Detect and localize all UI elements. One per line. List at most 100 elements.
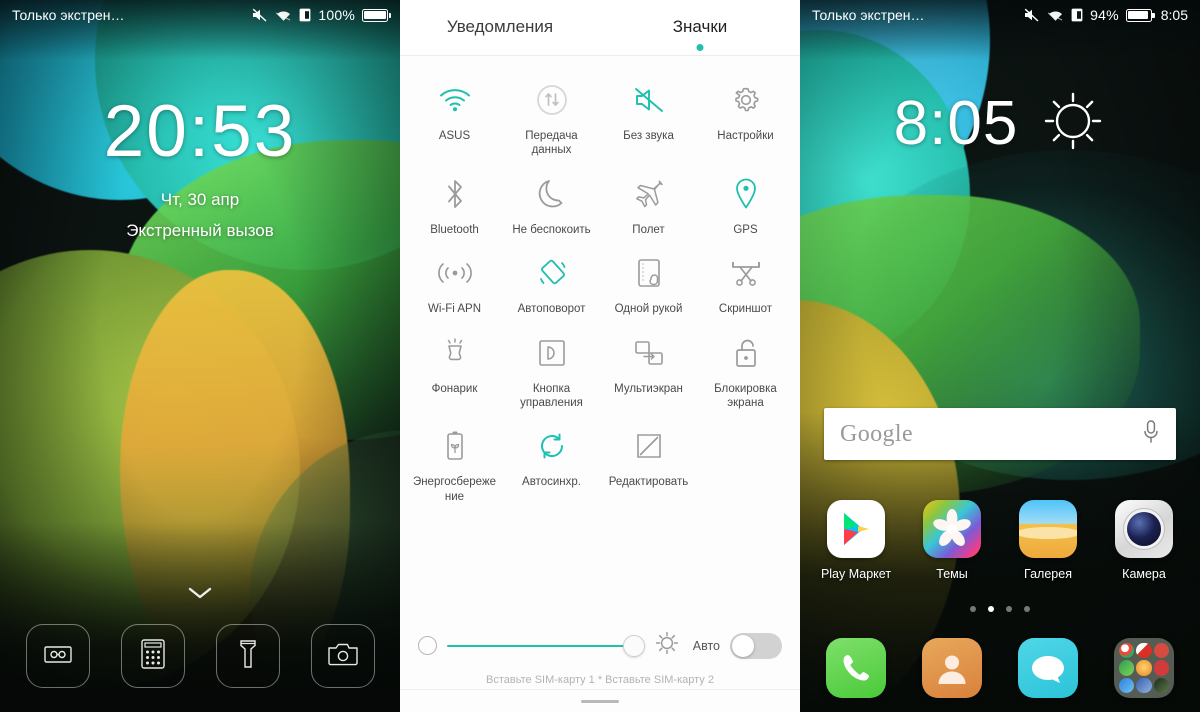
app-gallery[interactable]: Галерея xyxy=(1006,500,1090,581)
unlock-chevron-down-icon[interactable] xyxy=(0,586,400,605)
brightness-slider[interactable] xyxy=(447,634,645,657)
toggles-grid: ASUS Передача данных Без звука Настройки… xyxy=(400,56,800,510)
app-themes[interactable]: Темы xyxy=(910,500,994,581)
tab-toggles-label: Значки xyxy=(672,16,728,36)
battery-icon xyxy=(362,8,392,22)
microphone-icon[interactable] xyxy=(1142,419,1160,450)
calculator-shortcut[interactable] xyxy=(120,624,185,688)
flashlight-icon xyxy=(440,333,470,373)
toggle-row: ASUS Передача данных Без звука Настройки xyxy=(406,70,794,164)
emergency-call-link[interactable]: Экстренный вызов xyxy=(0,221,400,241)
clock-weather-widget[interactable]: 8:05 xyxy=(800,88,1200,159)
toggle-do-not-disturb[interactable]: Не беспокоить xyxy=(503,164,600,243)
toggle-wifi[interactable]: ASUS xyxy=(406,70,503,164)
app-camera[interactable]: Камера xyxy=(1102,500,1186,581)
contacts-icon[interactable] xyxy=(922,638,982,698)
page-dot[interactable] xyxy=(1006,606,1012,612)
multi-window-icon xyxy=(633,333,665,373)
location-pin-icon xyxy=(734,174,758,214)
quick-settings-tabs: Уведомления Значки xyxy=(400,0,800,56)
toggle-label: Энергосбережение xyxy=(412,476,497,503)
tab-toggles[interactable]: Значки xyxy=(600,16,800,51)
toggle-screenshot[interactable]: Скриншот xyxy=(697,243,794,322)
data-transfer-icon xyxy=(535,80,569,120)
toggle-label: Блокировка экрана xyxy=(714,382,777,409)
tab-notifications[interactable]: Уведомления xyxy=(400,17,600,39)
messages-icon[interactable] xyxy=(1018,638,1078,698)
flashlight-shortcut[interactable] xyxy=(215,624,280,688)
lockscreen-clock: 20:53 Чт, 30 апр Экстренный вызов xyxy=(0,95,400,241)
phone-icon[interactable] xyxy=(826,638,886,698)
google-search-bar[interactable]: Google xyxy=(824,408,1176,460)
brightness-low-icon xyxy=(418,636,437,655)
toggle-settings[interactable]: Настройки xyxy=(697,70,794,164)
toggle-label: Настройки xyxy=(717,130,774,142)
lockscreen-panel: Только экстрен… 100% 20:53 Чт, 30 апр Эк… xyxy=(0,0,400,712)
toggle-knob xyxy=(732,634,754,657)
toggle-gps[interactable]: GPS xyxy=(697,164,794,243)
lockscreen-shortcut-bar xyxy=(0,624,400,688)
status-clock: 8:05 xyxy=(1160,7,1188,23)
toggle-airplane-mode[interactable]: Полет xyxy=(600,164,697,243)
app-folder-icon[interactable] xyxy=(1114,638,1174,698)
page-dot-selected[interactable] xyxy=(988,606,994,612)
wifi-icon xyxy=(438,80,472,120)
page-dot[interactable] xyxy=(970,606,976,612)
app-play-store[interactable]: Play Маркет xyxy=(814,500,898,581)
toggle-silent[interactable]: Без звука xyxy=(600,70,697,164)
screenshot-root: Только экстрен… 100% 20:53 Чт, 30 апр Эк… xyxy=(0,0,1200,712)
sync-icon xyxy=(536,426,568,466)
bluetooth-icon xyxy=(443,174,467,214)
toggle-power-saving[interactable]: Энергосбережение xyxy=(406,416,503,510)
toggle-multiwindow[interactable]: Мультиэкран xyxy=(600,323,697,417)
toggle-label: Bluetooth xyxy=(430,223,479,236)
auto-brightness-toggle[interactable] xyxy=(730,632,782,659)
toggle-label: Не беспокоить xyxy=(512,223,591,236)
control-button-icon xyxy=(537,333,567,373)
play-store-icon xyxy=(827,500,885,558)
screenshot-icon xyxy=(729,253,763,293)
mute-icon xyxy=(252,8,268,22)
wifi-icon xyxy=(275,9,292,22)
toggle-label: Wi-Fi APN xyxy=(427,303,482,316)
toggle-row: Энергосбережение Автосинхр. Редактироват… xyxy=(406,416,794,510)
drag-handle[interactable] xyxy=(581,699,619,703)
toggle-one-hand-mode[interactable]: Одной рукой xyxy=(600,243,697,322)
moon-icon xyxy=(537,174,567,214)
toggle-control-button[interactable]: Кнопка управления xyxy=(503,323,600,417)
toggle-label: Редактировать xyxy=(608,476,689,489)
toggle-auto-rotate[interactable]: Автоповорот xyxy=(503,243,600,322)
toggle-label: Одной рукой xyxy=(614,303,683,316)
toggle-bluetooth[interactable]: Bluetooth xyxy=(406,164,503,243)
toggle-auto-sync[interactable]: Автосинхр. xyxy=(503,416,600,510)
camera-shortcut[interactable] xyxy=(310,624,375,688)
camera-lens xyxy=(1127,512,1161,546)
one-hand-icon xyxy=(634,253,664,293)
toggle-edit[interactable]: Редактировать xyxy=(600,416,697,510)
toggle-label: Фонарик xyxy=(431,382,478,395)
lockscreen-status-bar: Только экстрен… 100% xyxy=(0,0,400,30)
search-input[interactable]: Google xyxy=(840,421,1142,448)
lockscreen-date: Чт, 30 апр xyxy=(160,190,240,209)
page-dot[interactable] xyxy=(1024,606,1030,612)
battery-icon xyxy=(1125,8,1155,22)
toggle-flashlight[interactable]: Фонарик xyxy=(406,323,503,417)
hotspot-icon xyxy=(437,253,473,293)
toggle-wifi-apn[interactable]: Wi-Fi APN xyxy=(406,243,503,322)
toggle-label: GPS xyxy=(733,223,758,236)
page-indicator xyxy=(800,606,1200,612)
battery-saver-icon xyxy=(443,426,467,466)
sim-icon xyxy=(1071,8,1083,22)
gear-icon xyxy=(730,80,762,120)
widget-time: 8:05 xyxy=(893,88,1019,158)
auto-rotate-icon xyxy=(535,253,569,293)
battery-percent: 100% xyxy=(318,7,355,23)
voice-recorder-shortcut[interactable] xyxy=(25,624,90,688)
toggle-screen-lock[interactable]: Блокировка экрана xyxy=(697,323,794,417)
toggle-label: Автосинхр. xyxy=(522,476,581,489)
themes-icon xyxy=(923,500,981,558)
toggle-mobile-data[interactable]: Передача данных xyxy=(503,70,600,164)
slider-knob[interactable] xyxy=(622,634,645,657)
brightness-control: Авто xyxy=(400,631,800,660)
calculator-icon xyxy=(140,638,166,675)
